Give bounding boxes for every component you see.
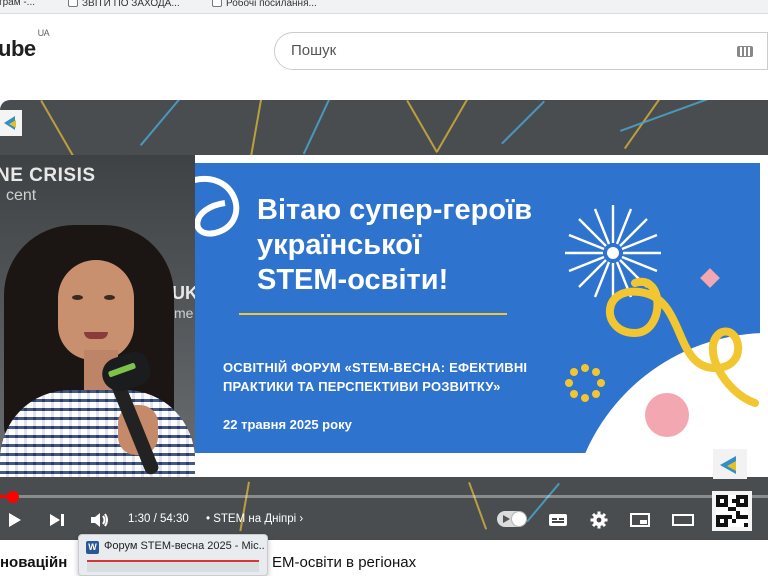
- miniplayer-icon: [630, 513, 650, 527]
- subtitles-button[interactable]: [546, 503, 570, 537]
- slide-title-line: Вітаю супер-героїв: [257, 194, 533, 226]
- presentation-slide: Вітаю супер-героїв української STEM-осві…: [195, 155, 768, 477]
- preview-title: Форум STEM-весна 2025 - Міс...: [104, 540, 264, 552]
- region-code: UA: [37, 27, 50, 38]
- play-icon: [9, 513, 21, 527]
- search-input[interactable]: Пошук: [274, 32, 768, 70]
- next-icon: [50, 514, 64, 526]
- bookmark-icon: [68, 0, 78, 7]
- preview-thumbnail: [87, 560, 259, 572]
- chapter-title: STEM на Дніпрі: [213, 513, 297, 525]
- background-stripe: [501, 100, 545, 145]
- backdrop-text: UK: [172, 283, 195, 303]
- bookmark-label: трам -...: [0, 0, 36, 8]
- pink-diamond: [700, 268, 720, 288]
- autoplay-toggle[interactable]: [497, 511, 527, 527]
- slide-title-line: української: [257, 229, 422, 261]
- speaker-eye: [72, 295, 83, 300]
- settings-gear-icon: [590, 511, 608, 529]
- bookmark-item[interactable]: Робочі посилання...: [212, 0, 317, 9]
- slide-divider: [239, 313, 507, 315]
- backdrop-text: me: [174, 305, 194, 321]
- chevron-right-icon: ›: [299, 513, 304, 525]
- slide-title-line: STEM-освіти!: [257, 264, 449, 296]
- bookmark-label: ЗВІТИ ПО ЗАХОДА...: [82, 0, 180, 9]
- background-stripe: [139, 100, 180, 146]
- taskbar-window-preview[interactable]: W Форум STEM-весна 2025 - Міс...: [78, 534, 268, 576]
- subtitles-icon: [549, 514, 567, 526]
- video-player[interactable]: NE CRISIS cent UK me Вітаю супер-героїв …: [0, 100, 768, 540]
- background-stripe: [406, 100, 438, 153]
- next-button[interactable]: [46, 503, 68, 537]
- settings-button[interactable]: [588, 503, 610, 537]
- word-app-icon: W: [86, 541, 99, 554]
- play-button[interactable]: [4, 503, 26, 537]
- bookmark-item[interactable]: ЗВІТИ ПО ЗАХОДА...: [68, 0, 180, 9]
- background-stripe: [40, 100, 77, 162]
- pink-circle: [645, 393, 689, 437]
- bookmark-label: Робочі посилання...: [226, 0, 317, 9]
- background-stripe: [623, 100, 660, 150]
- channel-watermark-icon[interactable]: [713, 449, 747, 479]
- video-title-fragment: новаційн: [0, 554, 68, 571]
- youtube-logo[interactable]: ubeUA: [0, 28, 50, 62]
- miniplayer-button[interactable]: [628, 503, 652, 537]
- speaker-eye: [104, 295, 115, 300]
- slide-swirl-white: [195, 175, 240, 237]
- youtube-header: ubeUA Пошук: [0, 14, 768, 88]
- search-placeholder: Пошук: [291, 42, 337, 59]
- bookmark-item[interactable]: трам -...: [0, 0, 35, 8]
- qr-code: [712, 491, 752, 531]
- background-stripe: [302, 100, 330, 155]
- theater-mode-icon: [672, 514, 694, 526]
- slide-panel: Вітаю супер-героїв української STEM-осві…: [195, 163, 760, 453]
- slide-date: 22 травня 2025 року: [223, 417, 352, 432]
- speaker-face: [58, 260, 134, 360]
- background-stripe: [436, 100, 468, 152]
- speaker-mouth: [84, 332, 108, 339]
- progress-scrubber[interactable]: [7, 491, 19, 503]
- separator: •: [206, 513, 211, 525]
- time-display: 1:30 / 54:30: [128, 513, 189, 525]
- speaker-shirt: [0, 390, 195, 477]
- slide-title: Вітаю супер-героїв української STEM-осві…: [257, 193, 587, 298]
- bookmarks-bar: трам -... ЗВІТИ ПО ЗАХОДА... Робочі поси…: [0, 0, 768, 14]
- slide-subtitle: ОСВІТНІЙ ФОРУМ «STEM-ВЕСНА: ЕФЕКТИВНІ ПР…: [223, 360, 528, 394]
- backdrop-text: NE CRISIS: [0, 165, 96, 186]
- bookmark-icon: [212, 0, 222, 7]
- theater-mode-button[interactable]: [670, 503, 696, 537]
- progress-bar[interactable]: [0, 495, 768, 498]
- background-stripe: [249, 100, 262, 160]
- channel-logo-icon: [0, 110, 22, 136]
- video-title-fragment: EM-освіти в регіонах: [272, 554, 417, 571]
- backdrop-text: cent: [6, 187, 37, 204]
- chapter-button[interactable]: • STEM на Дніпрі ›: [206, 513, 303, 525]
- qr-code-icon: [716, 495, 748, 527]
- keyboard-icon[interactable]: [737, 46, 753, 57]
- speaker-video: NE CRISIS cent UK me: [0, 155, 195, 477]
- volume-button[interactable]: [88, 503, 112, 537]
- logo-text: ube: [0, 36, 36, 61]
- volume-icon: [91, 513, 108, 527]
